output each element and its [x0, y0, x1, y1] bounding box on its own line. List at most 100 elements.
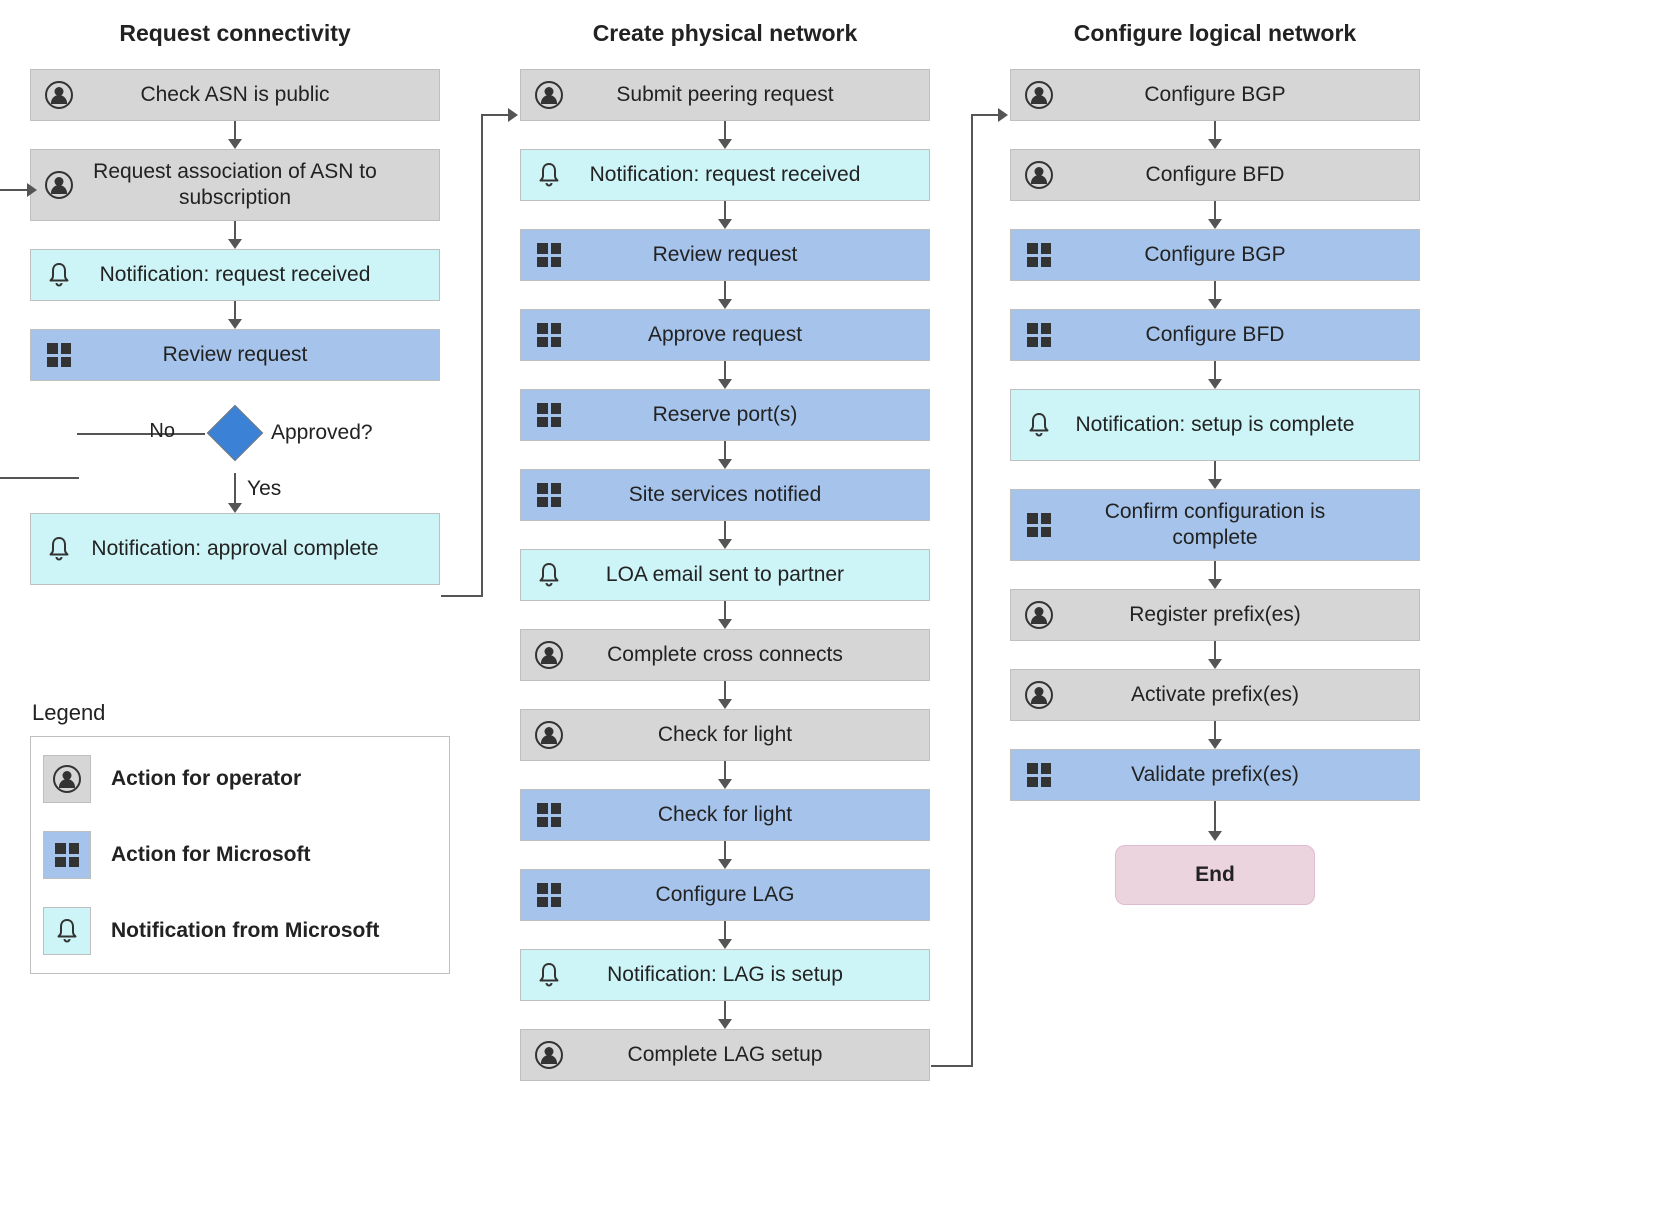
step-label: Submit peering request	[577, 82, 929, 108]
person-icon	[45, 81, 73, 109]
arrow-down	[1010, 281, 1420, 309]
step-label: Notification: approval complete	[87, 536, 439, 562]
flow-step: Reserve port(s)	[520, 389, 930, 441]
step-icon	[1011, 243, 1067, 267]
step-icon	[521, 561, 577, 589]
decision-question: Approved?	[271, 421, 373, 445]
step-label: Notification: LAG is setup	[577, 962, 929, 988]
step-icon	[1011, 161, 1067, 189]
step-label: Confirm configuration is complete	[1067, 499, 1419, 552]
microsoft-squares-icon	[537, 403, 561, 427]
step-label: Request association of ASN to subscripti…	[87, 159, 439, 212]
step-label: Configure BFD	[1067, 322, 1419, 348]
step-label: Reserve port(s)	[577, 402, 929, 428]
step-label: Validate prefix(es)	[1067, 762, 1419, 788]
arrow-down	[520, 921, 930, 949]
loopback-line	[0, 189, 30, 191]
column-steps: Check ASN is public Request association o…	[30, 69, 440, 381]
decision-approved: No Approved?	[30, 393, 440, 473]
person-icon	[45, 171, 73, 199]
legend: Legend Action for operator Action for Mic…	[30, 700, 450, 974]
step-icon	[31, 261, 87, 289]
step-label: Configure BGP	[1067, 82, 1419, 108]
flow-step: Check ASN is public	[30, 69, 440, 121]
flow-step: Configure BFD	[1010, 309, 1420, 361]
column-steps: Notification: approval complete	[30, 513, 440, 585]
step-icon	[521, 803, 577, 827]
legend-label: Action for operator	[111, 767, 301, 791]
legend-swatch	[43, 907, 91, 955]
step-label: Check ASN is public	[87, 82, 439, 108]
step-label: Activate prefix(es)	[1067, 682, 1419, 708]
step-icon	[521, 483, 577, 507]
step-label: Complete LAG setup	[577, 1042, 929, 1068]
arrow-down	[1010, 641, 1420, 669]
step-icon	[521, 721, 577, 749]
flow-step: Notification: approval complete	[30, 513, 440, 585]
bell-icon	[537, 961, 561, 989]
column-steps: Submit peering requestNotification: requ…	[520, 69, 930, 1081]
arrow-down	[30, 301, 440, 329]
bell-icon	[47, 535, 71, 563]
column-configure-logical-network: Configure logical network Configure BGPC…	[1010, 20, 1420, 905]
decision-diamond-icon	[207, 405, 264, 462]
step-icon	[521, 161, 577, 189]
step-label: Approve request	[577, 322, 929, 348]
bell-icon	[55, 917, 79, 945]
microsoft-squares-icon	[1027, 243, 1051, 267]
column-create-physical-network: Create physical network Submit peering r…	[520, 20, 930, 1081]
flow-diagram: Request connectivity Check ASN is public…	[30, 20, 1624, 1081]
flow-step: Activate prefix(es)	[1010, 669, 1420, 721]
flow-step: Request association of ASN to subscripti…	[30, 149, 440, 221]
person-icon	[535, 721, 563, 749]
end-terminator: End	[1115, 845, 1315, 905]
legend-row: Action for Microsoft	[43, 831, 437, 879]
step-label: Site services notified	[577, 482, 929, 508]
arrow-down	[1010, 121, 1420, 149]
legend-label: Action for Microsoft	[111, 843, 311, 867]
step-label: Notification: request received	[87, 262, 439, 288]
arrow-down	[520, 681, 930, 709]
person-icon	[1025, 681, 1053, 709]
step-icon	[521, 243, 577, 267]
arrow-down	[30, 221, 440, 249]
arrow-down	[520, 441, 930, 469]
legend-title: Legend	[32, 700, 450, 726]
person-icon	[535, 1041, 563, 1069]
flow-step: Configure BGP	[1010, 69, 1420, 121]
arrow-down	[520, 1001, 930, 1029]
column-steps: Configure BGP Configure BFD Configure BGP C…	[1010, 69, 1420, 801]
arrow-down	[520, 601, 930, 629]
step-icon	[521, 81, 577, 109]
column-title: Configure logical network	[1074, 20, 1356, 47]
column-request-connectivity: Request connectivity Check ASN is public…	[30, 20, 440, 585]
arrow-down	[520, 761, 930, 789]
person-icon	[535, 641, 563, 669]
step-label: Register prefix(es)	[1067, 602, 1419, 628]
arrow-down	[520, 121, 930, 149]
flow-step: Notification: request received	[30, 249, 440, 301]
microsoft-squares-icon	[1027, 763, 1051, 787]
microsoft-squares-icon	[47, 343, 71, 367]
step-label: Configure BFD	[1067, 162, 1419, 188]
flow-step: Confirm configuration is complete	[1010, 489, 1420, 561]
step-icon	[521, 403, 577, 427]
flow-step: Configure BFD	[1010, 149, 1420, 201]
legend-label: Notification from Microsoft	[111, 919, 379, 943]
step-icon	[1011, 81, 1067, 109]
legend-box: Action for operator Action for Microsoft N…	[30, 736, 450, 974]
arrow-down: Yes	[30, 473, 440, 513]
step-label: Notification: setup is complete	[1067, 412, 1419, 438]
arrow-down	[520, 841, 930, 869]
arrow-down	[30, 121, 440, 149]
step-icon	[1011, 323, 1067, 347]
bell-icon	[537, 161, 561, 189]
legend-swatch	[43, 755, 91, 803]
decision-no-label: No	[149, 420, 175, 443]
flow-step: Configure BGP	[1010, 229, 1420, 281]
person-icon	[1025, 81, 1053, 109]
column-title: Create physical network	[593, 20, 858, 47]
flow-step: Notification: setup is complete	[1010, 389, 1420, 461]
step-label: Complete cross connects	[577, 642, 929, 668]
step-icon	[31, 343, 87, 367]
